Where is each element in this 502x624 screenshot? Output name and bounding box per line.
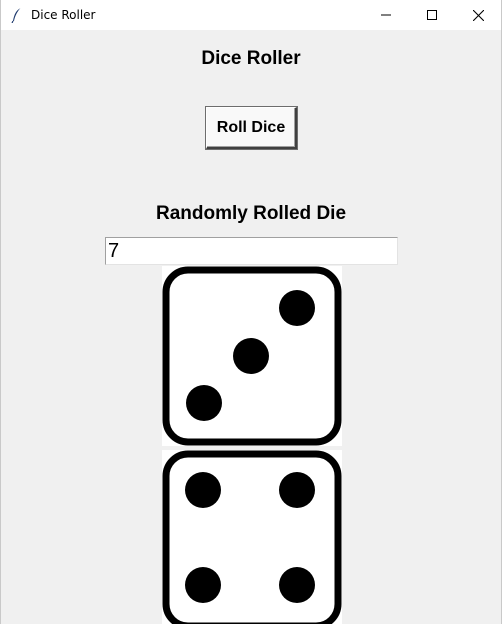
roll-dice-button[interactable]: Roll Dice (206, 107, 297, 149)
feather-icon (11, 7, 22, 23)
result-heading: Randomly Rolled Die (155, 203, 347, 224)
die-face-four-icon (162, 450, 342, 624)
window-title: Dice Roller (31, 8, 96, 22)
result-entry[interactable] (105, 237, 398, 265)
app-heading: Dice Roller (201, 48, 301, 69)
title-bar[interactable]: Dice Roller (1, 0, 501, 30)
close-button[interactable] (455, 0, 501, 30)
die-face-three-icon (162, 266, 342, 446)
minimize-button[interactable] (363, 0, 409, 30)
dice-roller-window: Dice Roller Dice Roller Roll Dice Random… (0, 0, 502, 624)
close-icon (472, 9, 484, 21)
maximize-button[interactable] (409, 0, 455, 30)
maximize-icon (427, 10, 437, 20)
minimize-icon (381, 14, 391, 16)
